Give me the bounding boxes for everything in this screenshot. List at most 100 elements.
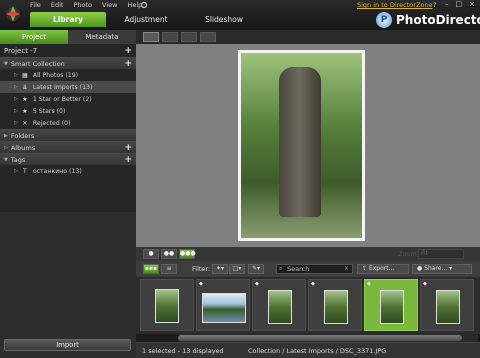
tree-item-all-photos[interactable]: ▷ ▦ All Photos (19) <box>0 69 136 81</box>
flag-icon: ◆ <box>199 281 203 287</box>
import-button[interactable]: Import <box>4 339 131 351</box>
menu-edit[interactable]: Edit <box>51 1 64 9</box>
section-folders[interactable]: ▶ Folders <box>0 129 136 141</box>
add-smart-collection-icon[interactable]: + <box>124 59 132 69</box>
sign-in-link[interactable]: Sign in to DirectorZone <box>357 1 433 9</box>
share-icon: ● <box>417 265 423 272</box>
tree-item-1-star[interactable]: ▷ ★ 1 Star or Better (2) <box>0 93 136 105</box>
collapse-triangle-icon[interactable]: ▼ <box>4 61 8 67</box>
flag-icon: ◆ <box>367 281 371 287</box>
single-person-icon[interactable]: ● <box>143 249 159 259</box>
tree-item-rejected[interactable]: ▷ ✕ Rejected (0) <box>0 117 136 129</box>
app-logo-icon <box>6 6 20 22</box>
thumbnail-image <box>380 290 404 324</box>
chevron-down-icon: ▾ <box>449 265 453 272</box>
export-icon: ⇪ <box>362 265 368 272</box>
flag-icon: ◆ <box>255 281 259 287</box>
search-icon: ⌕ <box>279 265 283 272</box>
menu-bar: File Edit Photo View Help <box>30 1 142 9</box>
zoom-select[interactable]: Fit <box>418 249 464 259</box>
add-project-icon[interactable]: + <box>124 46 132 56</box>
window-controls: – □ × <box>445 0 475 8</box>
settings-icon[interactable] <box>140 1 148 9</box>
flag-filter-dropdown[interactable]: ✦▾ <box>212 264 228 274</box>
search-input[interactable]: ⌕ Search <box>276 264 353 274</box>
left-panel: Project Metadata Project -7 + ▼ Smart Col… <box>0 30 136 358</box>
menu-view[interactable]: View <box>102 1 117 9</box>
expand-triangle-icon[interactable]: ▷ <box>4 145 8 151</box>
left-panel-tabs: Project Metadata <box>0 30 136 44</box>
list-layout-button[interactable]: ≡ <box>161 264 177 274</box>
menu-file[interactable]: File <box>30 1 41 9</box>
tree-item-latest-imports[interactable]: ▷ ⇊ Latest Imports (13) <box>0 81 136 93</box>
path-status: Collection / Latest Imports / DSC_3371.J… <box>248 347 387 355</box>
flag-icon: ◆ <box>423 281 427 287</box>
rejected-icon: ✕ <box>22 119 28 127</box>
compare-view-button[interactable] <box>200 32 216 42</box>
thumbnail-image <box>202 293 246 323</box>
two-people-icon[interactable]: ●● <box>161 249 177 259</box>
photo-frame <box>238 50 365 241</box>
tab-project[interactable]: Project <box>0 30 68 44</box>
selection-status: 1 selected - 13 displayed <box>142 347 224 355</box>
thumbnail-selected[interactable]: ◆ <box>364 279 418 331</box>
title-bar: File Edit Photo View Help Sign in to Dir… <box>0 0 480 30</box>
tab-slideshow[interactable]: Slideshow <box>186 12 262 27</box>
photodirector-logo-icon: P <box>376 12 392 28</box>
module-tabs: Library Adjustment Slideshow <box>30 12 264 27</box>
thumbnail[interactable] <box>140 279 194 331</box>
project-row: Project -7 + <box>0 44 136 57</box>
grid-layout-button[interactable]: ▪▪▪ <box>143 264 159 274</box>
filter-bar: ▪▪▪ ≡ Filter: ✦▾ □▾ ✎▾ ⌕ Search × ⇪ Expo… <box>136 261 480 277</box>
thumbnail-image <box>268 290 292 324</box>
section-albums[interactable]: ▷ Albums + <box>0 141 136 153</box>
group-people-icon[interactable]: ●●● <box>179 249 196 259</box>
status-bar: 1 selected - 13 displayed Collection / L… <box>136 342 480 358</box>
edit-filter-dropdown[interactable]: ✎▾ <box>248 264 264 274</box>
menu-photo[interactable]: Photo <box>73 1 92 9</box>
thumbnail[interactable]: ◆ <box>196 279 250 331</box>
color-filter-dropdown[interactable]: □▾ <box>229 264 245 274</box>
tab-library[interactable]: Library <box>30 12 106 27</box>
tab-metadata[interactable]: Metadata <box>68 30 136 44</box>
view-toolbar <box>136 30 480 44</box>
latest-imports-icon: ⇊ <box>22 83 28 91</box>
section-tags[interactable]: ▼ Tags + <box>0 153 136 165</box>
filter-label: Filter: <box>192 265 211 273</box>
filmstrip-scrollbar[interactable] <box>178 334 478 342</box>
tab-adjustment[interactable]: Adjustment <box>108 12 184 27</box>
section-smart-collection[interactable]: ▼ Smart Collection + <box>0 57 136 69</box>
export-button[interactable]: ⇪ Export... <box>357 264 409 274</box>
add-album-icon[interactable]: + <box>124 143 132 153</box>
project-name: Project -7 <box>4 46 38 55</box>
tree-item-5-stars[interactable]: ▷ ★ 5 Stars (0) <box>0 105 136 117</box>
thumbnail-image <box>436 290 460 324</box>
add-tag-icon[interactable]: + <box>124 155 132 165</box>
minimize-button[interactable]: – <box>445 0 449 8</box>
scrollbar-thumb[interactable] <box>178 335 462 341</box>
statue-shape <box>279 67 321 217</box>
thumbnail-view-button[interactable] <box>181 32 197 42</box>
photo-viewer <box>136 44 480 247</box>
thumbnail[interactable]: ◆ <box>420 279 474 331</box>
star-icon: ★ <box>22 107 28 115</box>
close-button[interactable]: × <box>469 0 475 8</box>
share-button[interactable]: ● Share... ▾ <box>412 264 472 274</box>
maximize-button[interactable]: □ <box>456 0 463 8</box>
filmstrip: ◆ ◆ ◆ ◆ ◆ <box>136 277 480 334</box>
main-photo[interactable] <box>241 53 362 238</box>
help-button[interactable]: ? <box>433 1 436 9</box>
loupe-view-button[interactable] <box>162 32 178 42</box>
thumbnail[interactable]: ◆ <box>252 279 306 331</box>
quick-tools <box>140 1 148 9</box>
clear-search-icon[interactable]: × <box>344 265 349 272</box>
tree-item-tag[interactable]: ▷ Tостанкино (13) <box>0 165 136 177</box>
expand-triangle-icon[interactable]: ▶ <box>4 133 8 139</box>
brand-name: PhotoDirector <box>396 13 480 27</box>
thumbnail[interactable]: ◆ <box>308 279 362 331</box>
collapse-triangle-icon[interactable]: ▼ <box>4 157 8 163</box>
tag-icon: T <box>23 167 27 175</box>
people-bar: ● ●● ●●● Zoom: Fit <box>136 247 480 261</box>
thumbnail-image <box>324 290 348 324</box>
grid-view-button[interactable] <box>143 32 159 42</box>
